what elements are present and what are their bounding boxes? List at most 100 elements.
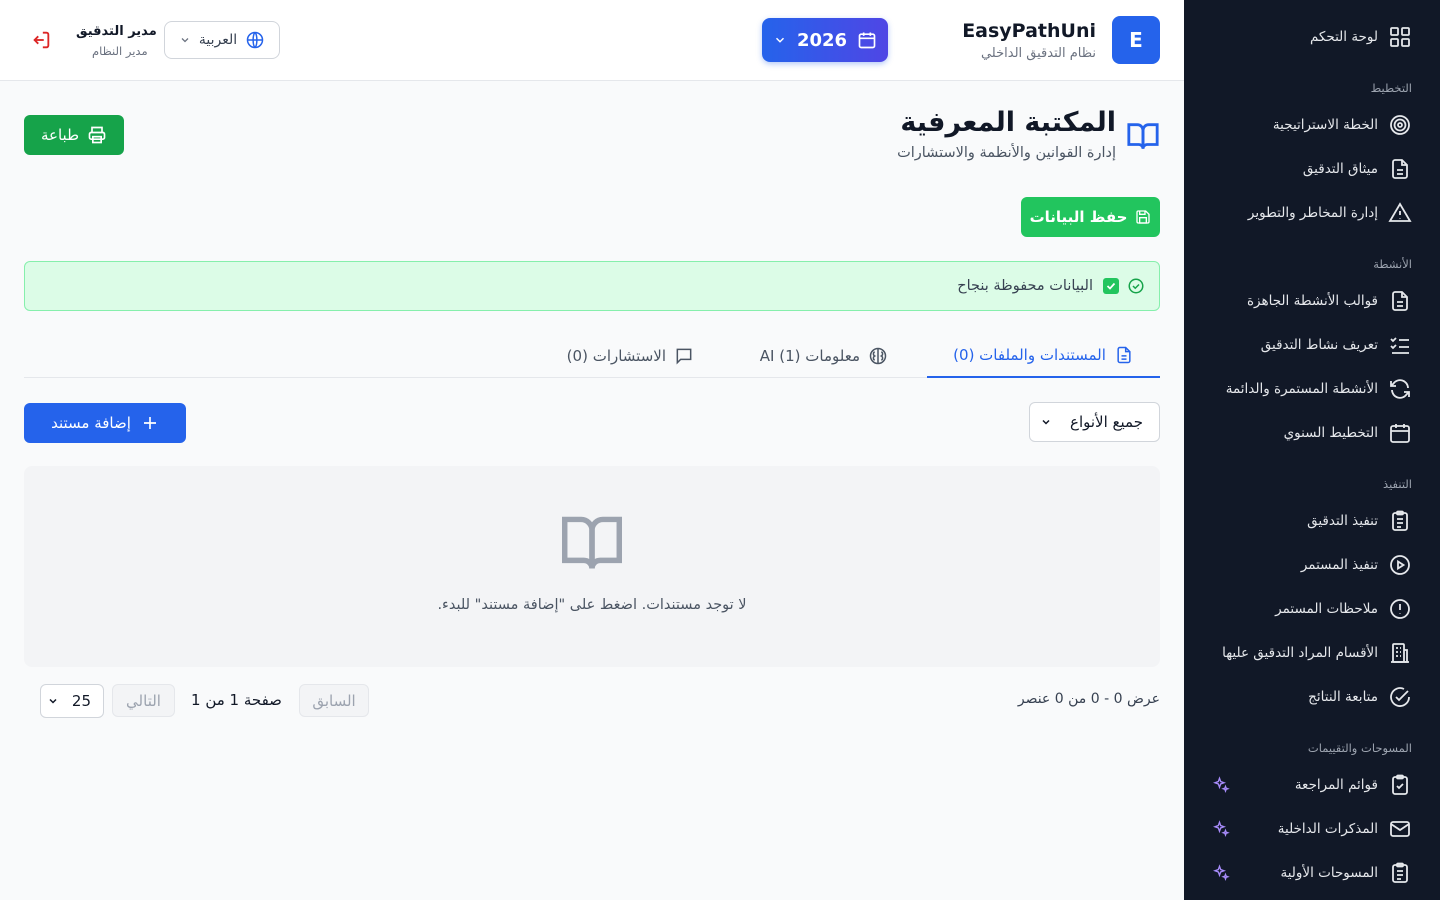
sidebar-item-label: المذكرات الداخلية	[1277, 821, 1378, 837]
sidebar-item-label: الأقسام المراد التدقيق عليها	[1222, 645, 1378, 661]
sidebar-item-continuous-activities[interactable]: الأنشطة المستمرة والدائمة	[1208, 371, 1412, 407]
sidebar-section-activities: الأنشطة	[1373, 257, 1412, 271]
sidebar-item-label: تنفيذ التدقيق	[1307, 513, 1378, 529]
per-page-value: 25	[71, 692, 91, 710]
sidebar-item-label: متابعة النتائج	[1308, 689, 1378, 705]
sidebar-item-internal-memos[interactable]: المذكرات الداخلية	[1208, 811, 1412, 847]
plus-icon	[143, 417, 156, 429]
pagination-summary: عرض 0 - 0 من 0 عنصر	[1017, 691, 1160, 707]
chevron-down-icon	[49, 698, 57, 704]
sidebar-item-audit-activity-definition[interactable]: تعريف نشاط التدقيق	[1208, 327, 1412, 363]
chevron-down-icon	[775, 37, 784, 43]
tab-label: معلومات (1) AI	[759, 347, 860, 365]
sidebar-item-checklists[interactable]: قوائم المراجعة	[1208, 767, 1412, 803]
chevron-down-icon	[181, 38, 189, 43]
book-open-icon	[562, 516, 622, 569]
file-text-icon	[1392, 291, 1408, 311]
file-text-icon	[1117, 346, 1131, 364]
grid-icon	[1390, 27, 1410, 47]
tab-consultations[interactable]: الاستشارات (0)	[567, 334, 694, 378]
user-name: مدير التدقيق	[76, 24, 157, 39]
sidebar-item-audit-execution[interactable]: تنفيذ التدقيق	[1208, 503, 1412, 539]
next-page-button[interactable]: التالي	[112, 684, 175, 717]
sidebar-item-label: المسوحات الأولية	[1280, 865, 1378, 881]
printer-icon	[88, 126, 106, 144]
target-icon	[1390, 115, 1410, 135]
file-text-icon	[1392, 159, 1408, 179]
mail-icon	[1390, 821, 1410, 837]
user-role: مدير النظام	[92, 44, 148, 58]
page-info: صفحة 1 من 1	[191, 691, 282, 709]
logout-icon[interactable]	[30, 29, 52, 51]
sidebar-item-label: الأنشطة المستمرة والدائمة	[1225, 381, 1378, 397]
add-document-label: إضافة مستند	[51, 414, 131, 432]
calendar-icon	[858, 32, 876, 49]
alert-circle-icon	[1390, 599, 1410, 619]
sidebar-item-label: إدارة المخاطر والتطوير	[1247, 205, 1378, 221]
calendar-icon	[1390, 424, 1410, 443]
page-subtitle: إدارة القوانين والأنظمة والاستشارات	[897, 145, 1116, 161]
sidebar-item-dashboard[interactable]: لوحة التحكم	[1208, 19, 1412, 55]
list-checks-icon	[1390, 337, 1409, 354]
sidebar-item-continuous-execution[interactable]: تنفيذ المستمر	[1208, 547, 1412, 583]
sidebar-section-planning: التخطيط	[1370, 81, 1412, 95]
clipboard-check-icon	[1392, 774, 1408, 795]
building-icon	[1391, 643, 1409, 663]
app-name: EasyPathUni	[962, 20, 1096, 42]
check-circle-icon	[1390, 687, 1410, 707]
document-type-select[interactable]: جميع الأنواع	[1029, 402, 1160, 442]
language-value: العربية	[198, 32, 238, 48]
sidebar-item-label: ملاحظات المستمر	[1275, 601, 1378, 617]
checkbox-check-icon	[1103, 278, 1119, 294]
warning-triangle-icon	[1388, 202, 1412, 222]
sidebar-item-audited-departments[interactable]: الأقسام المراد التدقيق عليها	[1208, 635, 1412, 671]
sidebar-item-risk-management[interactable]: إدارة المخاطر والتطوير	[1208, 195, 1412, 231]
brand-logo: E	[1112, 16, 1160, 64]
tabs-bar: المستندات والملفات (0) معلومات (1) AI ال…	[24, 334, 1160, 378]
year-selector-button[interactable]: 2026	[762, 18, 888, 62]
play-circle-icon	[1390, 555, 1410, 575]
brain-icon	[869, 347, 887, 365]
empty-state: لا توجد مستندات. اضغط على "إضافة مستند" …	[24, 466, 1160, 667]
year-value: 2026	[796, 29, 848, 51]
book-open-icon	[1127, 123, 1159, 150]
top-header: E EasyPathUni نظام التدقيق الداخلي 2026 …	[0, 0, 1184, 81]
save-label: حفظ البيانات	[1029, 208, 1128, 226]
app-subtitle: نظام التدقيق الداخلي	[980, 46, 1096, 61]
page-title: المكتبة المعرفية	[900, 107, 1116, 138]
sidebar-item-label: تعريف نشاط التدقيق	[1260, 337, 1378, 353]
tab-documents[interactable]: المستندات والملفات (0)	[927, 334, 1160, 378]
sidebar-item-continuous-notes[interactable]: ملاحظات المستمر	[1208, 591, 1412, 627]
sparkles-icon	[1213, 776, 1230, 793]
sparkles-icon	[1213, 864, 1230, 881]
sidebar-item-preliminary-surveys[interactable]: المسوحات الأولية	[1208, 855, 1412, 891]
sidebar-item-label: ميثاق التدقيق	[1302, 161, 1378, 177]
print-label: طباعة	[40, 126, 80, 144]
sidebar-section-surveys: المسوحات والتقييمات	[1307, 741, 1412, 755]
sidebar-item-label: التخطيط السنوي	[1283, 425, 1378, 441]
refresh-icon	[1390, 379, 1410, 399]
tab-ai-info[interactable]: معلومات (1) AI	[760, 334, 888, 378]
sidebar-item-audit-charter[interactable]: ميثاق التدقيق	[1208, 151, 1412, 187]
language-selector[interactable]: العربية	[164, 21, 280, 59]
sparkles-icon	[1213, 820, 1230, 837]
save-icon	[1136, 210, 1151, 224]
check-circle-icon	[1128, 278, 1144, 294]
sidebar-item-label: الخطة الاستراتيجية	[1272, 117, 1378, 133]
add-document-button[interactable]: إضافة مستند	[24, 403, 186, 443]
save-data-button[interactable]: حفظ البيانات	[1021, 197, 1160, 237]
sidebar-item-label: قوالب الأنشطة الجاهزة	[1246, 293, 1378, 309]
per-page-select[interactable]: 25	[40, 684, 104, 718]
previous-page-button[interactable]: السابق	[299, 684, 369, 717]
print-button[interactable]: طباعة	[24, 115, 124, 155]
alert-text: البيانات محفوظة بنجاح	[957, 278, 1093, 294]
sidebar-section-execution: التنفيذ	[1383, 477, 1412, 491]
sidebar-item-label: قوائم المراجعة	[1294, 777, 1378, 793]
sidebar-item-strategic-plan[interactable]: الخطة الاستراتيجية	[1208, 107, 1412, 143]
chevron-down-icon	[1042, 419, 1050, 425]
sidebar-item-activity-templates[interactable]: قوالب الأنشطة الجاهزة	[1208, 283, 1412, 319]
sidebar-item-results-followup[interactable]: متابعة النتائج	[1208, 679, 1412, 715]
sidebar-item-label: تنفيذ المستمر	[1300, 557, 1378, 573]
globe-icon	[246, 31, 264, 49]
sidebar-item-annual-planning[interactable]: التخطيط السنوي	[1208, 415, 1412, 451]
